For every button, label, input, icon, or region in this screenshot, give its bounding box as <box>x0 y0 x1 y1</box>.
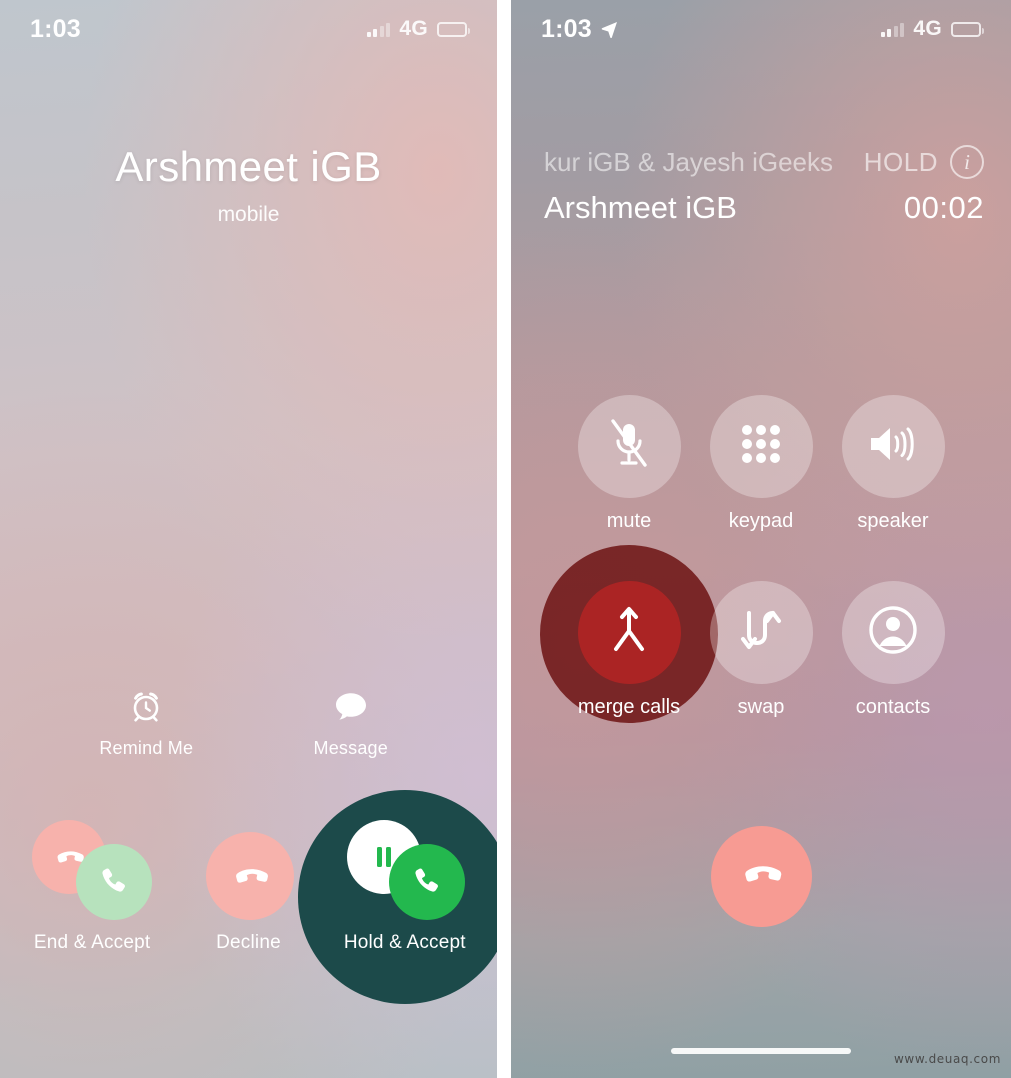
network-type-label: 4G <box>399 17 428 40</box>
message-button[interactable]: Message <box>276 686 426 759</box>
status-bar: 1:03 4G <box>0 0 497 58</box>
speaker-icon <box>867 421 919 472</box>
message-bubble-icon <box>276 686 426 726</box>
call-controls-grid: mute keypad speaker merge calls swap con… <box>511 395 1011 723</box>
swap-button-circle[interactable] <box>709 581 813 684</box>
mute-label: mute <box>606 510 652 532</box>
contacts-button-circle[interactable] <box>841 581 945 684</box>
accept-call-icon <box>388 844 465 920</box>
signal-bars-icon <box>366 22 391 37</box>
end-call-icon <box>735 848 787 905</box>
caller-number-label: mobile <box>217 202 280 226</box>
swap-arrows-icon <box>738 605 784 660</box>
keypad-grid-icon <box>738 421 784 472</box>
secondary-actions: Remind Me Message <box>0 686 497 759</box>
keypad-button-circle[interactable] <box>709 395 813 498</box>
screenshot-stage: 1:03 4G Arshmeet iGB mobile Remind Me Me… <box>0 0 1011 1078</box>
remind-me-button[interactable]: Remind Me <box>71 686 221 759</box>
merge-calls-label: merge calls <box>577 696 681 718</box>
mute-button[interactable]: mute <box>563 395 695 533</box>
battery-icon <box>951 21 984 37</box>
decline-button[interactable]: Decline <box>174 818 322 954</box>
signal-bars-icon <box>880 22 905 37</box>
status-bar-left: 1:03 <box>30 15 81 44</box>
merge-arrow-icon <box>606 605 652 660</box>
end-call-icon <box>206 832 295 920</box>
status-bar-right: 4G <box>366 17 470 41</box>
remind-me-label: Remind Me <box>99 738 194 758</box>
contacts-label: contacts <box>855 696 931 718</box>
active-call-name: Arshmeet iGB <box>544 190 737 225</box>
swap-label: swap <box>737 696 785 718</box>
end-call-area <box>511 826 1011 927</box>
contact-person-icon <box>867 604 919 661</box>
mic-muted-icon <box>606 418 652 475</box>
status-time: 1:03 <box>541 14 592 43</box>
end-and-accept-icons <box>18 818 166 926</box>
held-call-name[interactable]: kur iGB & Jayesh iGeeks <box>544 147 852 178</box>
end-and-accept-button[interactable]: End & Accept <box>18 818 166 954</box>
mute-button-circle[interactable] <box>577 395 681 498</box>
status-bar: 1:03 4G <box>511 0 1011 58</box>
decline-icons <box>174 818 322 926</box>
home-indicator[interactable] <box>671 1048 851 1054</box>
site-watermark: www.deuaq.com <box>894 1052 1001 1066</box>
hold-and-accept-label: Hold & Accept <box>343 932 466 953</box>
end-call-button[interactable] <box>710 826 812 927</box>
info-icon[interactable]: i <box>950 145 984 179</box>
battery-icon <box>437 21 470 37</box>
held-call-row: kur iGB & Jayesh iGeeks HOLD i <box>544 142 984 182</box>
swap-button[interactable]: swap <box>695 581 827 719</box>
caller-name: Arshmeet iGB <box>115 143 382 190</box>
end-and-accept-label: End & Accept <box>33 932 151 953</box>
speaker-button-circle[interactable] <box>841 395 945 498</box>
answer-actions: End & Accept Decline Hold & Accept <box>0 790 497 1004</box>
message-label: Message <box>313 738 388 758</box>
contacts-button[interactable]: contacts <box>827 581 959 719</box>
keypad-button[interactable]: keypad <box>695 395 827 533</box>
hold-status-label: HOLD <box>863 146 938 177</box>
hold-and-accept-icons <box>331 818 479 926</box>
hold-and-accept-button[interactable]: Hold & Accept <box>297 790 497 1004</box>
accept-call-icon <box>76 844 153 920</box>
status-time: 1:03 <box>30 14 81 43</box>
status-bar-left: 1:03 <box>541 15 618 44</box>
keypad-label: keypad <box>728 510 794 532</box>
in-call-screen: 1:03 4G kur iGB & Jayesh iGeeks HOLD i A… <box>511 0 1011 1078</box>
incoming-call-screen: 1:03 4G Arshmeet iGB mobile Remind Me Me… <box>0 0 497 1078</box>
decline-label: Decline <box>216 932 281 953</box>
caller-info: Arshmeet iGB mobile <box>0 142 497 227</box>
network-type-label: 4G <box>913 17 942 40</box>
merge-calls-button-circle[interactable] <box>577 581 681 684</box>
call-timer: 00:02 <box>903 190 984 225</box>
active-call-row: Arshmeet iGB 00:02 <box>544 190 984 226</box>
location-arrow-icon <box>601 21 618 38</box>
merge-calls-button[interactable]: merge calls <box>540 545 718 723</box>
status-bar-right: 4G <box>880 17 984 41</box>
speaker-label: speaker <box>857 510 929 532</box>
call-header: kur iGB & Jayesh iGeeks HOLD i Arshmeet … <box>544 142 984 226</box>
speaker-button[interactable]: speaker <box>827 395 959 533</box>
alarm-clock-icon <box>71 686 221 726</box>
